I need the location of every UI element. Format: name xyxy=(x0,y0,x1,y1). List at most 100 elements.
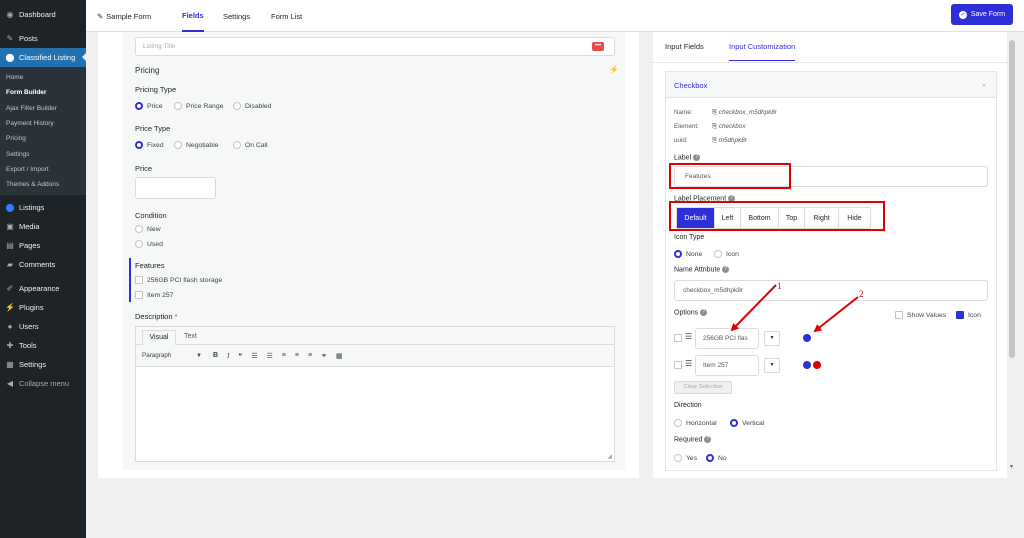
direction-vertical[interactable]: Vertical xyxy=(730,419,764,427)
save-form-button[interactable]: ✓ Save Form xyxy=(951,4,1013,25)
tab-input-fields[interactable]: Input Fields xyxy=(665,32,704,61)
condition-used[interactable]: Used xyxy=(135,240,163,248)
menu-posts[interactable]: ✎ Posts xyxy=(0,29,86,48)
features-option[interactable]: Item 257 xyxy=(135,291,173,299)
submenu-export-import[interactable]: Export / Import xyxy=(0,162,86,177)
add-option-icon[interactable] xyxy=(803,361,811,369)
option-type-select[interactable]: ▼ xyxy=(764,358,780,373)
name-attribute-input[interactable]: checkbox_m5dhpk8r xyxy=(674,280,988,301)
clear-selection-button[interactable]: Clear Selection xyxy=(674,381,732,394)
quote-icon[interactable]: ❝ xyxy=(238,352,242,360)
icon-type-icon[interactable]: Icon xyxy=(714,250,739,258)
meta-element-value[interactable]: ⎘ checkbox xyxy=(712,123,745,131)
drag-handle-icon[interactable]: ☰ xyxy=(685,332,692,341)
label-input[interactable]: Features xyxy=(674,166,988,187)
tab-fields[interactable]: Fields xyxy=(182,0,204,32)
placement-left[interactable]: Left xyxy=(715,208,741,228)
drag-handle-icon[interactable]: ☰ xyxy=(685,359,692,368)
numbered-list-icon[interactable]: ☰ xyxy=(266,352,272,360)
tab-input-customization[interactable]: Input Customization xyxy=(729,32,796,61)
bold-icon[interactable]: B xyxy=(213,352,218,359)
menu-users[interactable]: ● Users xyxy=(0,317,86,336)
menu-comments[interactable]: ▰ Comments xyxy=(0,255,86,274)
tab-text[interactable]: Text xyxy=(184,330,197,343)
option-label-input[interactable]: Item 257 xyxy=(695,355,759,376)
menu-media[interactable]: ▣ Media xyxy=(0,217,86,236)
remove-option-icon[interactable] xyxy=(813,361,821,369)
required-yes[interactable]: Yes xyxy=(674,454,697,462)
meta-name-value[interactable]: ⎘ checkbox_m5dhpk8r xyxy=(712,109,777,117)
option-type-select[interactable]: ▼ xyxy=(764,331,780,346)
toolbar-toggle-icon[interactable]: ▦ xyxy=(336,352,343,360)
link-icon[interactable]: ⚭ xyxy=(321,352,327,360)
help-icon[interactable]: ? xyxy=(704,436,712,443)
paragraph-select[interactable]: Paragraph ▼ xyxy=(140,349,204,362)
menu-pages[interactable]: ▤ Pages xyxy=(0,236,86,255)
price-input[interactable] xyxy=(135,177,216,199)
italic-icon[interactable]: I xyxy=(227,352,229,360)
scrollbar-thumb[interactable] xyxy=(1009,40,1015,358)
option-label-input[interactable]: 256GB PCI flas xyxy=(695,328,759,349)
menu-plugins[interactable]: ⚡ Plugins xyxy=(0,298,86,317)
placement-right[interactable]: Right xyxy=(805,208,839,228)
menu-listings[interactable]: ⬤ Listings xyxy=(0,198,86,217)
icon-type-none[interactable]: None xyxy=(674,250,702,258)
help-icon[interactable]: ? xyxy=(728,195,736,202)
placement-bottom[interactable]: Bottom xyxy=(741,208,779,228)
pricing-type-disabled[interactable]: Disabled xyxy=(233,102,271,110)
default-checkbox[interactable] xyxy=(674,334,682,342)
menu-collapse[interactable]: ◀ Collapse menu xyxy=(0,374,86,393)
submenu-settings[interactable]: Settings xyxy=(0,146,86,161)
condition-new[interactable]: New xyxy=(135,225,161,233)
checkbox-checked xyxy=(956,311,964,319)
menu-settings[interactable]: ▦ Settings xyxy=(0,355,86,374)
meta-uuid-value[interactable]: ⎘ m5dhpk8r xyxy=(712,137,747,145)
tab-visual[interactable]: Visual xyxy=(142,330,176,345)
media-icon: ▣ xyxy=(6,222,14,232)
features-option[interactable]: 256GB PCI flash storage xyxy=(135,276,222,284)
align-center-icon[interactable]: ≡ xyxy=(295,352,299,359)
submenu-payment-history[interactable]: Payment History xyxy=(0,116,86,131)
price-type-on-call[interactable]: On Call xyxy=(233,141,268,149)
menu-appearance[interactable]: ✐ Appearance xyxy=(0,279,86,298)
listing-title-input[interactable]: Listing Title ••• xyxy=(135,37,615,56)
submenu-ajax-filter-builder[interactable]: Ajax Filter Builder xyxy=(0,101,86,116)
tab-settings[interactable]: Settings xyxy=(223,0,250,32)
submenu-pricing[interactable]: Pricing xyxy=(0,131,86,146)
checkbox xyxy=(135,276,143,284)
resize-handle-icon[interactable]: ◢ xyxy=(607,453,612,460)
placement-default[interactable]: Default xyxy=(677,208,715,228)
scroll-down-icon[interactable]: ▼ xyxy=(1009,464,1014,470)
bullet-list-icon[interactable]: ☰ xyxy=(251,352,257,360)
align-right-icon[interactable]: ≡ xyxy=(308,352,312,359)
required-no[interactable]: No xyxy=(706,454,727,462)
submenu-home[interactable]: Home xyxy=(0,70,86,85)
pricing-type-range[interactable]: Price Range xyxy=(174,102,223,110)
help-icon[interactable]: ? xyxy=(693,154,701,161)
price-type-fixed[interactable]: Fixed xyxy=(135,141,164,149)
submenu-themes-addons[interactable]: Themes & Addons xyxy=(0,177,86,192)
placement-top[interactable]: Top xyxy=(779,208,805,228)
checkbox-card-header[interactable]: Checkbox ⌄ xyxy=(666,72,996,98)
submenu-form-builder[interactable]: Form Builder xyxy=(0,85,86,100)
pin-icon: ✎ xyxy=(6,34,14,43)
placement-hide[interactable]: Hide xyxy=(839,208,870,228)
menu-tools[interactable]: ✚ Tools xyxy=(0,336,86,355)
form-name[interactable]: ✎ Sample Form xyxy=(97,0,151,32)
option-row: ☰ 256GB PCI flas ▼ xyxy=(674,328,994,349)
default-checkbox[interactable] xyxy=(674,361,682,369)
menu-classified-listing[interactable]: ⬤ Classified Listing xyxy=(0,48,86,67)
price-type-negotiable[interactable]: Negotiable xyxy=(174,141,219,149)
pricing-type-price[interactable]: Price xyxy=(135,102,163,110)
pricing-toggle-icon[interactable]: ⚡ xyxy=(609,65,619,74)
editor-content[interactable] xyxy=(136,367,614,457)
show-values-toggle[interactable]: Show Values xyxy=(895,311,946,319)
add-option-icon[interactable] xyxy=(803,334,811,342)
icon-toggle[interactable]: Icon xyxy=(956,311,981,319)
help-icon[interactable]: ? xyxy=(700,309,708,316)
menu-dashboard[interactable]: ◉ Dashboard xyxy=(0,5,86,24)
direction-horizontal[interactable]: Horizontal xyxy=(674,419,717,427)
tab-form-list[interactable]: Form List xyxy=(271,0,302,32)
align-left-icon[interactable]: ≡ xyxy=(282,352,286,359)
help-icon[interactable]: ? xyxy=(722,266,730,273)
